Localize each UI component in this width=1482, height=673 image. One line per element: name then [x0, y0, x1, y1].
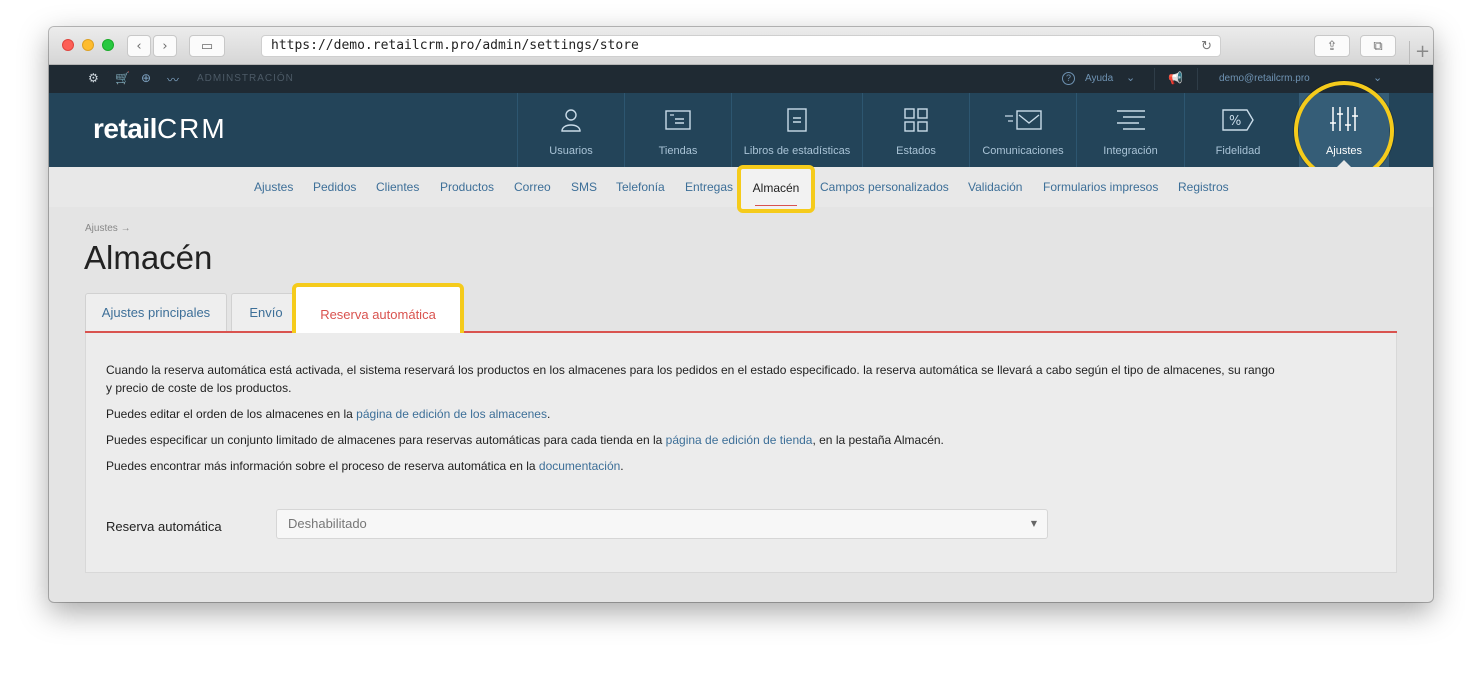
- chart-line-icon[interactable]: 〰: [167, 71, 179, 88]
- settings-card: Cuando la reserva automática está activa…: [85, 333, 1397, 573]
- store-edit-link[interactable]: página de edición de tienda: [666, 433, 813, 447]
- help-icon[interactable]: ?: [1062, 72, 1075, 85]
- page-title: Almacén: [84, 239, 213, 276]
- nav-estados[interactable]: Estados: [862, 93, 969, 167]
- help-link[interactable]: Ayuda: [1085, 73, 1113, 84]
- nav-integracion[interactable]: Integración: [1076, 93, 1184, 167]
- warehouse-edit-link[interactable]: página de edición de los almacenes: [356, 407, 547, 421]
- documentation-link[interactable]: documentación: [539, 459, 620, 473]
- zoom-window-button[interactable]: [102, 39, 114, 51]
- description-paragraph: Cuando la reserva automática está activa…: [106, 363, 1275, 395]
- new-tab-button[interactable]: +: [1409, 41, 1433, 65]
- share-icon: ⇪: [1326, 38, 1338, 54]
- subnav-validacion[interactable]: Validación: [968, 180, 1022, 194]
- divider: [1154, 68, 1155, 90]
- store-icon: [625, 107, 731, 133]
- mail-icon: [970, 107, 1076, 133]
- sidebar-button[interactable]: ▭: [189, 35, 225, 57]
- subnav-productos[interactable]: Productos: [440, 180, 494, 194]
- lines-icon: [1077, 107, 1184, 133]
- section-label: ADMINSTRACIÓN: [197, 73, 294, 84]
- subnav-registros[interactable]: Registros: [1178, 180, 1229, 194]
- active-underline: [755, 205, 797, 206]
- crm-top-strip: ⚙ 🛒 ⊕ 〰 ADMINSTRACIÓN ? Ayuda ⌄ 📢 demo@r…: [49, 65, 1433, 93]
- url-text: https://demo.retailcrm.pro/admin/setting…: [271, 38, 639, 53]
- chevron-down-icon[interactable]: ⌄: [1126, 71, 1135, 84]
- tab-ajustes-principales[interactable]: Ajustes principales: [85, 293, 227, 331]
- back-button[interactable]: ‹: [127, 35, 151, 57]
- sidebar-icon: ▭: [200, 38, 214, 54]
- subnav-almacen[interactable]: Almacén: [737, 165, 815, 213]
- subnav-ajustes[interactable]: Ajustes: [254, 180, 293, 194]
- breadcrumb[interactable]: Ajustes →: [85, 223, 131, 234]
- reserva-automatica-label: Reserva automática: [106, 519, 222, 534]
- address-bar[interactable]: https://demo.retailcrm.pro/admin/setting…: [261, 35, 1221, 57]
- close-window-button[interactable]: [62, 39, 74, 51]
- caret-down-icon: ▼: [1030, 519, 1037, 528]
- user-email[interactable]: demo@retailcrm.pro: [1219, 73, 1310, 84]
- browser-toolbar: ‹ › ▭ https://demo.retailcrm.pro/admin/s…: [49, 27, 1433, 65]
- divider: [1197, 68, 1198, 90]
- nav-libros-de-estadisticas[interactable]: Libros de estadísticas: [731, 93, 862, 167]
- store-limit-paragraph: Puedes especificar un conjunto limitado …: [106, 433, 944, 447]
- warehouse-order-paragraph: Puedes editar el orden de los almacenes …: [106, 407, 551, 421]
- document-icon: [732, 107, 862, 133]
- percent-tag-icon: %: [1185, 107, 1291, 133]
- minimize-window-button[interactable]: [82, 39, 94, 51]
- forward-button[interactable]: ›: [153, 35, 177, 57]
- grid-icon: [863, 107, 969, 133]
- chevron-right-icon: ›: [162, 38, 168, 54]
- svg-text:%: %: [1229, 114, 1241, 129]
- share-button[interactable]: ⇪: [1314, 35, 1350, 57]
- nav-fidelidad[interactable]: % Fidelidad: [1184, 93, 1291, 167]
- reserva-automatica-select[interactable]: Deshabilitado ▼: [276, 509, 1048, 539]
- crm-header: retailCRM Usuarios Tiendas Libros de est…: [49, 93, 1433, 167]
- nav-tiendas[interactable]: Tiendas: [624, 93, 731, 167]
- subnav-correo[interactable]: Correo: [514, 180, 551, 194]
- chevron-down-icon[interactable]: ⌄: [1373, 71, 1382, 84]
- crosshair-icon[interactable]: ⊕: [141, 71, 151, 85]
- plus-icon: +: [1414, 41, 1431, 62]
- chevron-left-icon: ‹: [136, 38, 142, 54]
- browser-window: ‹ › ▭ https://demo.retailcrm.pro/admin/s…: [49, 27, 1433, 602]
- megaphone-icon[interactable]: 📢: [1168, 71, 1183, 85]
- subnav-formularios-impresos[interactable]: Formularios impresos: [1043, 180, 1158, 194]
- subnav-telefonia[interactable]: Telefonía: [616, 180, 665, 194]
- gear-icon[interactable]: ⚙: [88, 71, 99, 85]
- subnav-clientes[interactable]: Clientes: [376, 180, 419, 194]
- select-value: Deshabilitado: [288, 516, 367, 531]
- subnav-campos-personalizados[interactable]: Campos personalizados: [820, 180, 949, 194]
- cart-icon[interactable]: 🛒: [115, 71, 130, 85]
- subnav-entregas[interactable]: Entregas: [685, 180, 733, 194]
- retailcrm-logo[interactable]: retailCRM: [93, 113, 227, 145]
- reload-icon[interactable]: ↻: [1201, 37, 1212, 57]
- tabs-icon: ⧉: [1373, 38, 1383, 54]
- nav-comunicaciones[interactable]: Comunicaciones: [969, 93, 1076, 167]
- subnav-pedidos[interactable]: Pedidos: [313, 180, 356, 194]
- subnav-sms[interactable]: SMS: [571, 180, 597, 194]
- docs-paragraph: Puedes encontrar más información sobre e…: [106, 459, 624, 473]
- user-icon: [518, 107, 624, 133]
- tabs-overview-button[interactable]: ⧉: [1360, 35, 1396, 57]
- tab-envio[interactable]: Envío: [231, 293, 301, 331]
- highlight-ring: [1294, 81, 1394, 181]
- nav-usuarios[interactable]: Usuarios: [517, 93, 624, 167]
